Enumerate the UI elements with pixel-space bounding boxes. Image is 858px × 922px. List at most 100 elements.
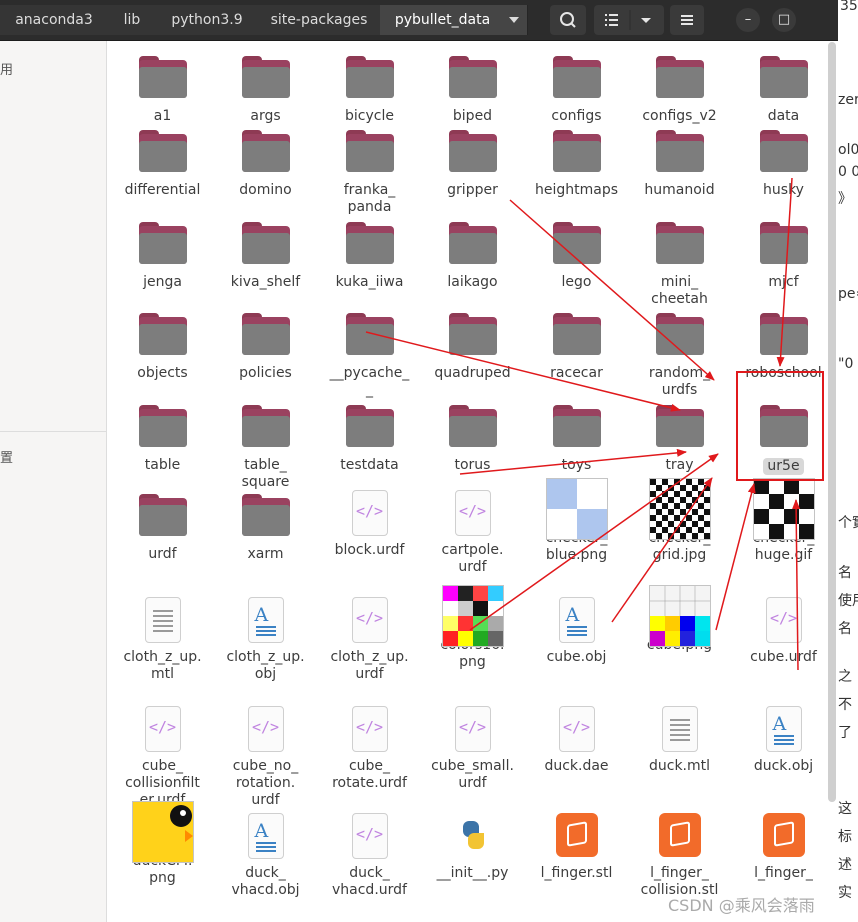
file-item-husky[interactable]: husky <box>732 126 835 199</box>
file-item-kiva-shelf[interactable]: kiva_shelf <box>214 218 317 291</box>
file-item-mjcf[interactable]: mjcf <box>732 218 835 291</box>
file-item-pycache[interactable]: __pycache_ _ <box>318 309 421 399</box>
file-item-checker-grid-jpg[interactable]: checker_grid.jpg <box>628 478 731 564</box>
file-item-cube-rotate-urdf[interactable]: </> cube_ rotate.urdf <box>318 706 421 792</box>
file-item-configs[interactable]: configs <box>525 52 628 125</box>
view-toggle-button[interactable] <box>594 5 664 35</box>
file-item-checker-blue-png[interactable]: checker_blue.png <box>525 478 628 564</box>
file-icon-slot <box>525 813 628 863</box>
file-item-torus[interactable]: torus <box>421 401 524 474</box>
folder-icon <box>655 222 704 264</box>
file-item-cloth-z-up-obj[interactable]: Acloth_z_up. obj <box>214 597 317 683</box>
file-item-toys[interactable]: toys <box>525 401 628 474</box>
breadcrumb-python39[interactable]: python3.9 <box>156 5 259 35</box>
bg-text: 述 <box>838 857 852 873</box>
file-item-domino[interactable]: domino <box>214 126 317 199</box>
breadcrumb-pybullet-data[interactable]: pybullet_data <box>380 5 528 35</box>
file-icon-slot <box>214 494 317 544</box>
file-item-l-finger[interactable]: l_finger_ <box>732 813 835 882</box>
sidebar-item-partial[interactable]: 置 <box>0 447 13 466</box>
maximize-button[interactable]: □ <box>772 8 796 32</box>
folder-icon <box>138 222 187 264</box>
file-icon-slot <box>525 222 628 272</box>
search-button[interactable] <box>550 5 586 35</box>
file-label: humanoid <box>644 182 715 198</box>
file-icon-slot: A <box>214 597 317 647</box>
file-item-humanoid[interactable]: humanoid <box>628 126 731 199</box>
file-item-objects[interactable]: objects <box>111 309 214 382</box>
file-item-cube-png[interactable]: cube.png <box>628 585 731 654</box>
file-label: configs_v2 <box>642 108 717 124</box>
file-icon-slot: </> <box>421 490 524 540</box>
file-item-bicycle[interactable]: bicycle <box>318 52 421 125</box>
file-item-lego[interactable]: lego <box>525 218 628 291</box>
minimize-button[interactable]: – <box>736 8 760 32</box>
file-item-table-square[interactable]: table_ square <box>214 401 317 491</box>
file-item-urdf[interactable]: urdf <box>111 490 214 563</box>
file-item-xarm[interactable]: xarm <box>214 490 317 563</box>
image-thumbnail-icon <box>545 478 608 540</box>
file-item-cartpole-urdf[interactable]: </> cartpole. urdf <box>421 490 524 576</box>
file-item-duck-mtl[interactable]: duck.mtl <box>628 706 731 775</box>
menu-button[interactable] <box>670 5 704 35</box>
file-item-random-urdfs[interactable]: random_ urdfs <box>628 309 731 399</box>
file-item-kuka-iiwa[interactable]: kuka_iiwa <box>318 218 421 291</box>
file-item-a1[interactable]: a1 <box>111 52 214 125</box>
file-item-colors16-png[interactable]: colors16.png <box>421 585 524 671</box>
scrollbar[interactable] <box>828 42 836 802</box>
file-item-cloth-z-up-mtl[interactable]: cloth_z_up. mtl <box>111 597 214 683</box>
file-icon-slot <box>732 56 835 106</box>
file-label: l_finger.stl <box>540 865 613 881</box>
file-item-cloth-z-up-urdf[interactable]: </> cloth_z_up. urdf <box>318 597 421 683</box>
file-item-racecar[interactable]: racecar <box>525 309 628 382</box>
file-icon-slot <box>318 222 421 272</box>
file-item-cube-obj[interactable]: Acube.obj <box>525 597 628 666</box>
file-item-block-urdf[interactable]: </> block.urdf <box>318 490 421 559</box>
file-label: quadruped <box>434 365 511 381</box>
file-label: mjcf <box>768 274 799 290</box>
file-item-cube-small-urdf[interactable]: </> cube_small. urdf <box>421 706 524 792</box>
sidebar-item-partial[interactable]: 用 <box>0 59 13 78</box>
file-item-laikago[interactable]: laikago <box>421 218 524 291</box>
file-item-quadruped[interactable]: quadruped <box>421 309 524 382</box>
document-file-icon: A <box>765 706 802 752</box>
file-item-differential[interactable]: differential <box>111 126 214 199</box>
file-item-heightmaps[interactable]: heightmaps <box>525 126 628 199</box>
file-icon-slot <box>111 56 214 106</box>
file-item-cube-no-rotation-urdf[interactable]: </> cube_no_ rotation. urdf <box>214 706 317 809</box>
file-item-duck-vhacd-urdf[interactable]: </> duck_ vhacd.urdf <box>318 813 421 899</box>
file-item-cube-collisionfilter-urdf[interactable]: </> cube_ collisionfilt er.urdf <box>111 706 214 809</box>
file-icon-slot <box>421 405 524 455</box>
file-icon-slot: </> <box>318 706 421 756</box>
search-icon <box>560 12 576 28</box>
file-item-duck-dae[interactable]: </> duck.dae <box>525 706 628 775</box>
file-item-tray[interactable]: tray <box>628 401 731 474</box>
file-item-init-py[interactable]: __init__.py <box>421 813 524 882</box>
file-item-gripper[interactable]: gripper <box>421 126 524 199</box>
file-item-checker-huge-gif[interactable]: checker_huge.gif <box>732 478 835 564</box>
file-item-configs-v2[interactable]: configs_v2 <box>628 52 731 125</box>
file-item-table[interactable]: table <box>111 401 214 474</box>
breadcrumb-lib[interactable]: lib <box>108 5 157 35</box>
file-item-policies[interactable]: policies <box>214 309 317 382</box>
file-item-jenga[interactable]: jenga <box>111 218 214 291</box>
file-item-testdata[interactable]: testdata <box>318 401 421 474</box>
breadcrumb-site-packages[interactable]: site-packages <box>258 5 381 35</box>
file-item-l-finger-stl[interactable]: l_finger.stl <box>525 813 628 882</box>
file-item-mini-cheetah[interactable]: mini_ cheetah <box>628 218 731 308</box>
file-item-data[interactable]: data <box>732 52 835 125</box>
file-label: husky <box>763 182 804 198</box>
file-icon-slot: </> <box>318 490 421 540</box>
breadcrumb-anaconda3[interactable]: anaconda3 <box>0 5 109 35</box>
list-view-icon <box>605 10 651 30</box>
file-item-franka-panda[interactable]: franka_ panda <box>318 126 421 216</box>
file-item-duckcm-png[interactable]: duckCM.png <box>111 801 214 887</box>
file-item-args[interactable]: args <box>214 52 317 125</box>
file-item-duck-vhacd-obj[interactable]: Aduck_ vhacd.obj <box>214 813 317 899</box>
file-label: duck_ vhacd.obj <box>231 865 300 898</box>
file-item-l-finger-collision-stl[interactable]: l_finger_ collision.stl <box>628 813 731 899</box>
folder-icon <box>241 130 290 172</box>
file-item-duck-obj[interactable]: Aduck.obj <box>732 706 835 775</box>
file-item-cube-urdf[interactable]: </> cube.urdf <box>732 597 835 666</box>
file-item-biped[interactable]: biped <box>421 52 524 125</box>
